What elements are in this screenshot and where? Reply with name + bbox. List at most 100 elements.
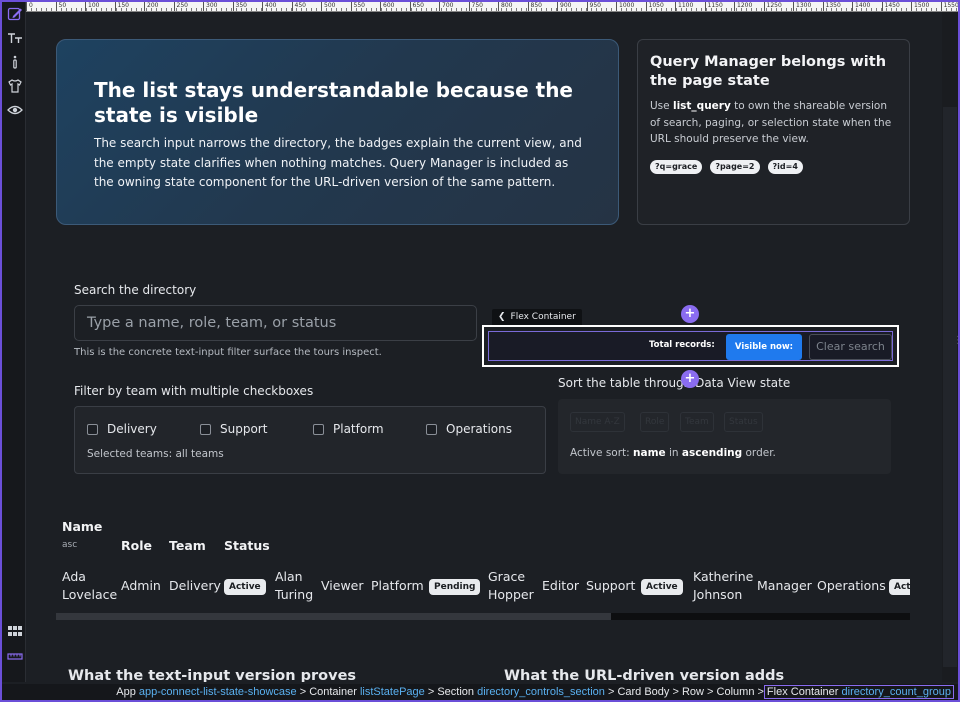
ruler-label: 1350 — [822, 2, 841, 11]
ruler-label: 450 — [291, 2, 306, 11]
filter-label: Filter by team with multiple checkboxes — [74, 384, 314, 398]
clear-search-button[interactable]: Clear search — [809, 334, 892, 360]
cell-name: Alan Turing — [275, 568, 313, 604]
crumb-card-body[interactable]: Card Body — [617, 686, 669, 698]
horizontal-ruler: 0 50 100 150 200 250 300 350 400 450 500 550 600 650 7… — [26, 2, 958, 12]
ruler-label: 1200 — [734, 2, 752, 11]
checkbox-operations[interactable]: Operations — [426, 422, 512, 436]
header-team[interactable]: Team — [169, 538, 206, 553]
ruler-label: 650 — [409, 2, 424, 11]
status-badge: Act — [889, 579, 910, 595]
crumb-section[interactable]: Section — [437, 686, 474, 698]
ruler-label: 150 — [114, 2, 129, 11]
search-label: Search the directory — [74, 283, 197, 297]
checkbox-delivery[interactable]: Delivery — [87, 422, 157, 436]
eye-icon[interactable] — [6, 102, 23, 119]
cell-role: Viewer — [321, 578, 364, 593]
add-below-button[interactable]: + — [681, 370, 699, 388]
crumb-section-name[interactable]: directory_controls_section — [477, 686, 605, 698]
sort-role-button[interactable]: Role — [640, 412, 670, 432]
header-name[interactable]: Name — [62, 519, 102, 534]
checkbox-box[interactable] — [200, 423, 211, 435]
name-first: Alan — [275, 569, 303, 584]
checkbox-box[interactable] — [426, 423, 437, 435]
crumb-container-name[interactable]: listStatePage — [360, 686, 425, 698]
crumb-current[interactable]: Flex Container directory_count_group — [763, 685, 954, 699]
name-first: Ada — [62, 569, 86, 584]
cell-role: Editor — [542, 578, 579, 593]
header-role[interactable]: Role — [121, 538, 152, 553]
ruler-label: 550 — [350, 2, 365, 11]
hero-title: The list stays understandable because th… — [94, 78, 573, 127]
search-input[interactable]: Type a name, role, team, or status — [74, 305, 477, 341]
body-prefix: Use — [650, 100, 673, 112]
ruler-label: 50 — [55, 2, 66, 11]
sort-team-button[interactable]: Team — [680, 412, 714, 432]
cell-name: Katherine Johnson — [693, 568, 753, 604]
grid-icon[interactable] — [6, 624, 23, 641]
edit-icon[interactable] — [6, 6, 23, 23]
crumb-row[interactable]: Row — [682, 686, 704, 698]
checkbox-label: Support — [220, 422, 268, 436]
hero-card: The list stays understandable because th… — [56, 39, 619, 225]
active-sort-prefix: Active sort: — [570, 447, 634, 459]
ruler-label: 1050 — [645, 2, 664, 11]
sort-name-button[interactable]: Name A-Z — [570, 412, 625, 432]
text-input-heading: What the text-input version proves — [68, 668, 357, 682]
status-badge: Pending — [429, 579, 481, 595]
checkbox-box[interactable] — [313, 423, 324, 435]
directory-count-group: Total records: Visible now: Clear search — [488, 331, 893, 361]
header-status[interactable]: Status — [224, 538, 270, 553]
crumb-app-name[interactable]: app-connect-list-state-showcase — [139, 686, 297, 698]
chevron-left-icon[interactable]: ❮ — [498, 312, 506, 322]
crumb-current-type: Flex Container — [766, 686, 839, 698]
active-sort-text: Active sort: name in ascending order. — [570, 447, 776, 459]
crumb-container[interactable]: Container — [309, 686, 357, 698]
shirt-icon[interactable] — [6, 78, 23, 95]
selected-teams-text: Selected teams: all teams — [87, 448, 224, 460]
team-filter-panel: Delivery Support Platform Operations Sel… — [74, 406, 546, 474]
resize-grip-icon[interactable]: ⋮ — [953, 335, 960, 347]
crumb-app[interactable]: App — [116, 686, 136, 698]
scrollbar-thumb[interactable] — [943, 107, 957, 667]
ruler-icon[interactable] — [6, 648, 23, 665]
typography-icon[interactable] — [6, 30, 23, 47]
page-canvas: The list stays understandable because th… — [27, 12, 940, 682]
ruler-label: 1450 — [881, 2, 900, 11]
ruler-label: 200 — [144, 2, 158, 11]
cell-role: Manager — [757, 578, 812, 593]
query-chip: ?page=2 — [710, 159, 760, 174]
checkbox-label: Platform — [333, 422, 384, 436]
ruler-label: 750 — [468, 2, 483, 11]
sort-status-button[interactable]: Status — [724, 412, 763, 432]
name-first: Grace — [488, 569, 526, 584]
ruler-label: 300 — [203, 2, 217, 11]
crumb-column[interactable]: Column — [717, 686, 755, 698]
vertical-scrollbar[interactable] — [942, 12, 958, 682]
ruler-label: 100 — [85, 2, 99, 11]
breadcrumb: App app-connect-list-state-showcase > Co… — [2, 684, 958, 700]
header-name-sort: asc — [62, 540, 78, 550]
checkbox-platform[interactable]: Platform — [313, 422, 384, 436]
checkbox-box[interactable] — [87, 423, 98, 435]
flex-container-tag[interactable]: ❮ Flex Container — [492, 309, 582, 325]
visible-now-button[interactable]: Visible now: — [726, 334, 802, 360]
query-chips: ?q=grace ?page=2 ?id=4 — [650, 159, 897, 174]
name-first: Katherine — [693, 569, 754, 584]
flex-tag-label: Flex Container — [510, 312, 576, 322]
ruler-label: 1300 — [793, 2, 811, 11]
info-icon[interactable] — [6, 54, 23, 71]
url-version-heading: What the URL-driven version adds — [504, 668, 785, 682]
flex-container-selection[interactable]: Total records: Visible now: Clear search — [482, 325, 899, 367]
cell-team: Platform — [371, 578, 424, 593]
ruler-label: 1000 — [616, 2, 634, 11]
checkbox-support[interactable]: Support — [200, 422, 267, 436]
table-scrollbar-track[interactable] — [611, 613, 910, 620]
active-sort-order: ascending — [681, 447, 743, 459]
ruler-label: 800 — [498, 2, 512, 11]
ruler-ticks — [26, 2, 958, 11]
ruler-label: 1550 — [940, 2, 958, 11]
ruler-label: 1100 — [675, 2, 693, 11]
directory-table: Name asc Role Team Status Ada Lovelace Ad… — [56, 517, 910, 620]
add-above-button[interactable]: + — [681, 305, 699, 323]
